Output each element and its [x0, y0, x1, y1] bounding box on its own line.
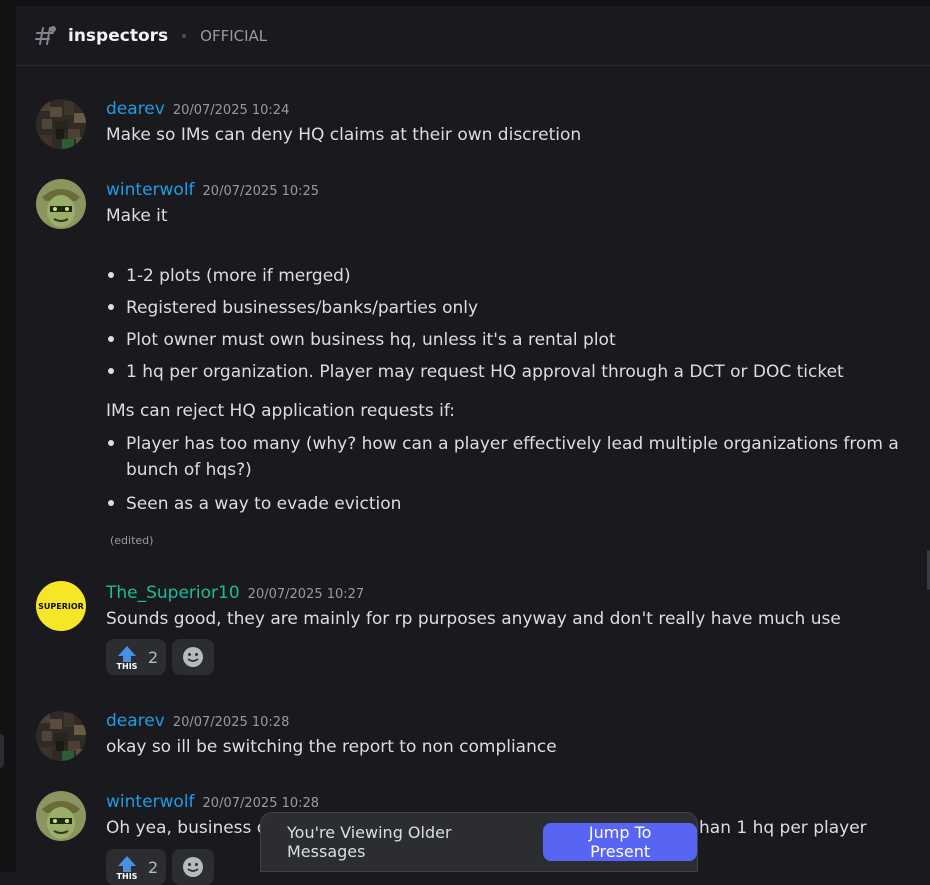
- timestamp[interactable]: 20/07/2025 10:25: [203, 184, 320, 199]
- smiley-icon: [183, 857, 204, 877]
- reactions-bar: THIS 2: [106, 849, 215, 885]
- timestamp[interactable]: 20/07/2025 10:28: [173, 715, 290, 730]
- upvote-this-icon: THIS: [117, 646, 138, 670]
- upvote-this-icon: THIS: [117, 856, 138, 880]
- reactions-bar: THIS 2: [106, 639, 215, 675]
- message-text: IMs can reject HQ application requests i…: [106, 401, 456, 421]
- message-text: Make it: [106, 206, 168, 226]
- reaction-count: 2: [148, 857, 159, 877]
- message-header: dearev 20/07/2025 10:24: [106, 99, 289, 119]
- server-sidebar-edge: [0, 0, 16, 872]
- list-item: Plot owner must own business hq, unless …: [106, 327, 616, 354]
- jump-to-present-button[interactable]: Jump To Present: [543, 823, 697, 861]
- message-item: winterwolf 20/07/2025 10:25 Make it 1-2 p…: [16, 179, 930, 559]
- avatar-text: SUPERIOR: [38, 601, 84, 611]
- author-name[interactable]: dearev: [106, 99, 165, 119]
- author-name[interactable]: The_Superior10: [106, 583, 240, 603]
- author-name[interactable]: dearev: [106, 711, 165, 731]
- message-text: han 1 hq per player: [699, 818, 867, 838]
- message-list: dearev 20/07/2025 10:24 Make so IMs can d…: [16, 67, 930, 885]
- channel-name: inspectors: [68, 25, 169, 46]
- pixel-avatar-icon: [36, 711, 86, 761]
- timestamp[interactable]: 20/07/2025 10:24: [173, 103, 290, 118]
- reaction-this[interactable]: THIS 2: [106, 849, 167, 885]
- wolf-avatar-icon: [36, 791, 86, 841]
- svg-text:THIS: THIS: [117, 662, 138, 670]
- older-messages-text: You're Viewing Older Messages: [287, 823, 452, 861]
- smiley-icon: [183, 647, 204, 667]
- message-item: dearev 20/07/2025 10:24 Make so IMs can d…: [16, 97, 930, 157]
- avatar[interactable]: [36, 179, 86, 229]
- message-item: SUPERIOR The_Superior10 20/07/2025 10:27 …: [16, 581, 930, 691]
- avatar[interactable]: [36, 711, 86, 761]
- channel-topic[interactable]: OFFICIAL: [200, 27, 267, 45]
- list-item: Player has too many (why? how can a play…: [106, 431, 899, 458]
- timestamp[interactable]: 20/07/2025 10:27: [248, 587, 365, 602]
- message-header: winterwolf 20/07/2025 10:28: [106, 792, 319, 812]
- channel-header: inspectors OFFICIAL: [16, 6, 930, 66]
- list-item: Registered businesses/banks/parties only: [106, 295, 478, 322]
- message-text: Oh yea, business o: [106, 818, 268, 838]
- avatar[interactable]: [36, 791, 86, 841]
- reaction-count: 2: [148, 647, 159, 667]
- pixel-avatar-icon: [36, 99, 86, 149]
- message-text: okay so ill be switching the report to n…: [106, 737, 557, 757]
- add-reaction-button[interactable]: [172, 639, 215, 675]
- edited-tag[interactable]: (edited): [110, 534, 153, 547]
- message-item: dearev 20/07/2025 10:28 okay so ill be sw…: [16, 709, 930, 769]
- avatar[interactable]: SUPERIOR: [36, 581, 86, 631]
- author-name[interactable]: winterwolf: [106, 792, 195, 812]
- message-text: Sounds good, they are mainly for rp purp…: [106, 609, 841, 629]
- message-header: The_Superior10 20/07/2025 10:27: [106, 583, 364, 603]
- timestamp[interactable]: 20/07/2025 10:28: [203, 796, 320, 811]
- older-messages-bar: You're Viewing Older Messages Jump To Pr…: [260, 812, 698, 872]
- list-item-continuation: bunch of hqs?): [126, 460, 252, 480]
- svg-text:THIS: THIS: [117, 872, 138, 880]
- add-reaction-button[interactable]: [172, 849, 215, 885]
- wolf-avatar-icon: [36, 179, 86, 229]
- message-header: winterwolf 20/07/2025 10:25: [106, 180, 319, 200]
- author-name[interactable]: winterwolf: [106, 180, 195, 200]
- threads-hash-icon: [35, 25, 56, 45]
- list-item: 1 hq per organization. Player may reques…: [106, 359, 844, 386]
- reaction-this[interactable]: THIS 2: [106, 639, 167, 675]
- message-text: Make so IMs can deny HQ claims at their …: [106, 125, 582, 145]
- avatar[interactable]: [36, 99, 86, 149]
- sidebar-handle[interactable]: [0, 734, 4, 768]
- list-item: Seen as a way to evade eviction: [106, 491, 401, 518]
- message-header: dearev 20/07/2025 10:28: [106, 711, 289, 731]
- list-item: 1-2 plots (more if merged): [106, 263, 351, 290]
- separator-dot: [182, 33, 187, 38]
